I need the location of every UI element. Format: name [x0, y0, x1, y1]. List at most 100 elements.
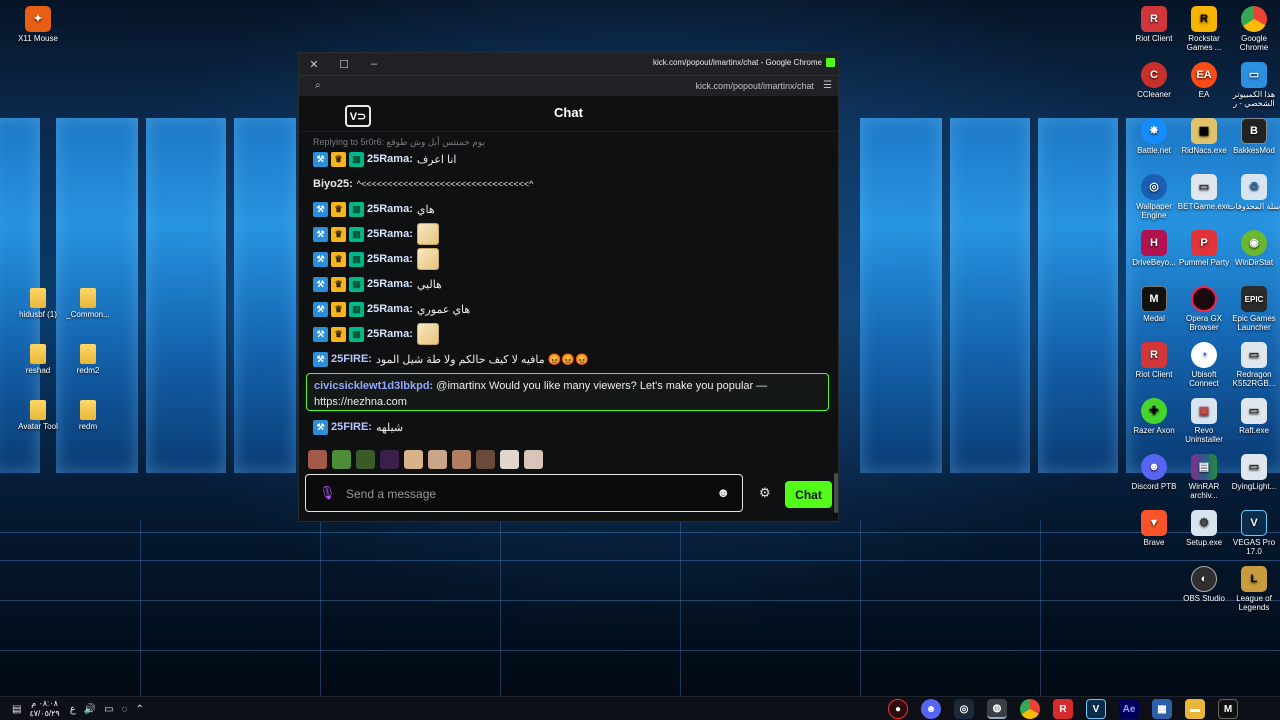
desktop-icon-brave[interactable]: ▼ Brave: [1126, 510, 1182, 547]
message-input-box[interactable]: 🎙 ☻: [305, 474, 743, 512]
emote-image[interactable]: [416, 248, 439, 270]
chat-username[interactable]: 25Rama:: [367, 328, 413, 340]
desktop-icon-opera-gx[interactable]: Opera GX Browser: [1176, 286, 1232, 332]
desktop-icon-folder[interactable]: redm: [60, 400, 116, 431]
discord-taskbar-icon[interactable]: ☻: [921, 699, 941, 719]
chat-username[interactable]: civicsicklewt1d3lbkpd:: [314, 380, 433, 392]
desktop-icon-bakkesmod[interactable]: B BakkesMod: [1226, 118, 1280, 155]
emote-chip[interactable]: [380, 450, 399, 469]
chat-username[interactable]: 25FIRE:: [331, 421, 372, 433]
site-settings-icon[interactable]: ☰: [823, 80, 832, 91]
emote-chip[interactable]: [404, 450, 423, 469]
vegas-taskbar-icon[interactable]: V: [1086, 699, 1106, 719]
desktop-icon-x11-mouse[interactable]: ✦ X11 Mouse: [10, 6, 66, 43]
emote-image[interactable]: [416, 323, 439, 345]
desktop-icon-this-pc[interactable]: ▭ هذا الكمبيوتر الشخصي - ر: [1226, 62, 1280, 108]
settings-gear-icon[interactable]: ⚙: [759, 485, 771, 501]
desktop-icon-razer-axon[interactable]: ✚ Razer Axon: [1126, 398, 1182, 435]
desktop-icon-folder[interactable]: reshad: [10, 344, 66, 375]
desktop-icon-winrar[interactable]: ▤ WinRAR archiv...: [1176, 454, 1232, 500]
network-icon[interactable]: ▭: [104, 704, 113, 715]
emote-chip[interactable]: [476, 450, 495, 469]
chat-username[interactable]: 25Rama:: [367, 253, 413, 265]
emoji-icon[interactable]: ☻: [716, 485, 730, 500]
language-indicator[interactable]: ع: [70, 704, 76, 715]
chat-message[interactable]: ⚒ ♛ ▦ 25Rama:: [313, 223, 439, 245]
file-explorer-icon[interactable]: ▬: [1185, 699, 1205, 719]
chat-username[interactable]: 25Rama:: [367, 278, 413, 290]
medal-taskbar-icon[interactable]: M: [1218, 699, 1238, 719]
desktop-icon-ccleaner[interactable]: C CCleaner: [1126, 62, 1182, 99]
desktop-icon-ubisoft[interactable]: ◔ Ubisoft Connect: [1176, 342, 1232, 388]
store-icon[interactable]: ▦: [1152, 699, 1172, 719]
after-effects-icon[interactable]: Ae: [1119, 699, 1139, 719]
chat-scrollbar[interactable]: [834, 473, 838, 513]
chat-message[interactable]: ⚒ 25FIRE: مافيه لا كيف حالكم ولا طة شيل …: [313, 349, 589, 369]
desktop-icon-ea[interactable]: EA EA: [1176, 62, 1232, 99]
desktop-icon-riot-client-2[interactable]: R Riot Client: [1126, 342, 1182, 379]
emote-chip[interactable]: [500, 450, 519, 469]
chrome-taskbar-icon[interactable]: ◍: [987, 699, 1007, 719]
url-text[interactable]: kick.com/popout/imartinx/chat: [695, 81, 814, 91]
recorder-icon[interactable]: ●: [888, 699, 908, 719]
desktop-icon-medal[interactable]: M Medal: [1126, 286, 1182, 323]
chat-message[interactable]: ⚒ ♛ ▦ 25Rama: هاي عموري: [313, 299, 470, 319]
chat-messages[interactable]: Replying to 5r0r6: يوم حمتتس أبل وش طوقع…: [299, 133, 838, 513]
chat-message[interactable]: ⚒ ♛ ▦ 25Rama:: [313, 248, 439, 270]
address-bar[interactable]: ⌕ kick.com/popout/imartinx/chat ☰: [299, 75, 838, 96]
emote-chip[interactable]: [332, 450, 351, 469]
desktop-icon-revo[interactable]: ▣ Revo Uninstaller: [1176, 398, 1232, 444]
emote-chip[interactable]: [308, 450, 327, 469]
desktop-icon-setup[interactable]: ⚙ Setup.exe: [1176, 510, 1232, 547]
microphone-icon[interactable]: 🎙: [319, 485, 336, 501]
chat-message[interactable]: Biyo25: ^<<<<<<<<<<<<<<<<<<<<<<<<<<<<<<<…: [313, 174, 533, 194]
desktop-icon-battlenet[interactable]: ✸ Battle.net: [1126, 118, 1182, 155]
send-chat-button[interactable]: Chat: [785, 481, 832, 508]
desktop-icon-pummel-party[interactable]: P Pummel Party: [1176, 230, 1232, 267]
desktop-icon-windirstat[interactable]: ◉ WinDirStat: [1226, 230, 1280, 267]
chat-message[interactable]: ⚒ ♛ ▦ 25Rama: هاي: [313, 199, 435, 219]
chrome-icon[interactable]: [1020, 699, 1040, 719]
emote-chip[interactable]: [428, 450, 447, 469]
desktop-icon-raft[interactable]: ▭ Raft.exe: [1226, 398, 1280, 435]
clock[interactable]: ٠٨:٠٨ م ٤٧/٠٥/٢٩: [29, 699, 59, 719]
chat-message[interactable]: ⚒ ♛ ▦ 25Rama: هاليي: [313, 274, 442, 294]
chevron-up-icon[interactable]: ⌃: [136, 704, 144, 715]
emote-chip[interactable]: [356, 450, 375, 469]
steam-icon[interactable]: ◎: [954, 699, 974, 719]
highlighted-message[interactable]: civicsicklewt1d3lbkpd: @imartinx Would y…: [306, 373, 829, 411]
desktop-icon-vegas[interactable]: V VEGAS Pro 17.0: [1226, 510, 1280, 556]
headset-icon[interactable]: ◌: [122, 704, 128, 715]
desktop-icon-ridnacs[interactable]: ▦ RidNacs.exe: [1176, 118, 1232, 155]
desktop-icon-redragon[interactable]: ▭ Redragon K552RGB...: [1226, 342, 1280, 388]
close-icon[interactable]: ✕: [299, 53, 329, 75]
desktop-icon-folder[interactable]: _Common...: [60, 288, 116, 319]
desktop-icon-folder[interactable]: redm2: [60, 344, 116, 375]
chat-username[interactable]: 25Rama:: [367, 153, 413, 165]
chat-message[interactable]: ⚒ ♛ ▦ 25Rama: انا اعرف: [313, 149, 456, 169]
emote-chip[interactable]: [452, 450, 471, 469]
chat-message[interactable]: ⚒ ♛ ▦ 25Rama:: [313, 323, 439, 345]
maximize-icon[interactable]: ☐: [329, 53, 359, 75]
desktop-icon-rockstar[interactable]: R Rockstar Games ...: [1176, 6, 1232, 52]
chat-message[interactable]: ⚒ 25FIRE: شيلهه: [313, 417, 403, 437]
message-input[interactable]: [346, 484, 706, 504]
emote-chip[interactable]: [524, 450, 543, 469]
chat-username[interactable]: 25FIRE:: [331, 353, 372, 365]
desktop-icon-drivebeyond[interactable]: H DriveBeyo...: [1126, 230, 1182, 267]
desktop-icon-chrome[interactable]: Google Chrome: [1226, 6, 1280, 52]
emote-image[interactable]: [416, 223, 439, 245]
desktop-icon-epic-games[interactable]: EPIC Epic Games Launcher: [1226, 286, 1280, 332]
desktop-icon-obs[interactable]: ◐ OBS Studio: [1176, 566, 1232, 603]
desktop-icon-discord-ptb[interactable]: ☻ Discord PTB: [1126, 454, 1182, 491]
chat-username[interactable]: 25Rama:: [367, 203, 413, 215]
notification-icon[interactable]: ▤: [12, 704, 21, 715]
volume-icon[interactable]: 🔊: [84, 704, 96, 715]
desktop-icon-folder[interactable]: Avatar Tool: [10, 400, 66, 431]
desktop-icon-betgame[interactable]: ▭ BETGame.exe: [1176, 174, 1232, 211]
zoom-icon[interactable]: ⌕: [315, 80, 321, 91]
desktop-icon-dyinglight[interactable]: ▭ DyingLight...: [1226, 454, 1280, 491]
riot-taskbar-icon[interactable]: R: [1053, 699, 1073, 719]
desktop-icon-riot-client[interactable]: R Riot Client: [1126, 6, 1182, 43]
desktop-icon-folder[interactable]: hidusbf (1): [10, 288, 66, 319]
